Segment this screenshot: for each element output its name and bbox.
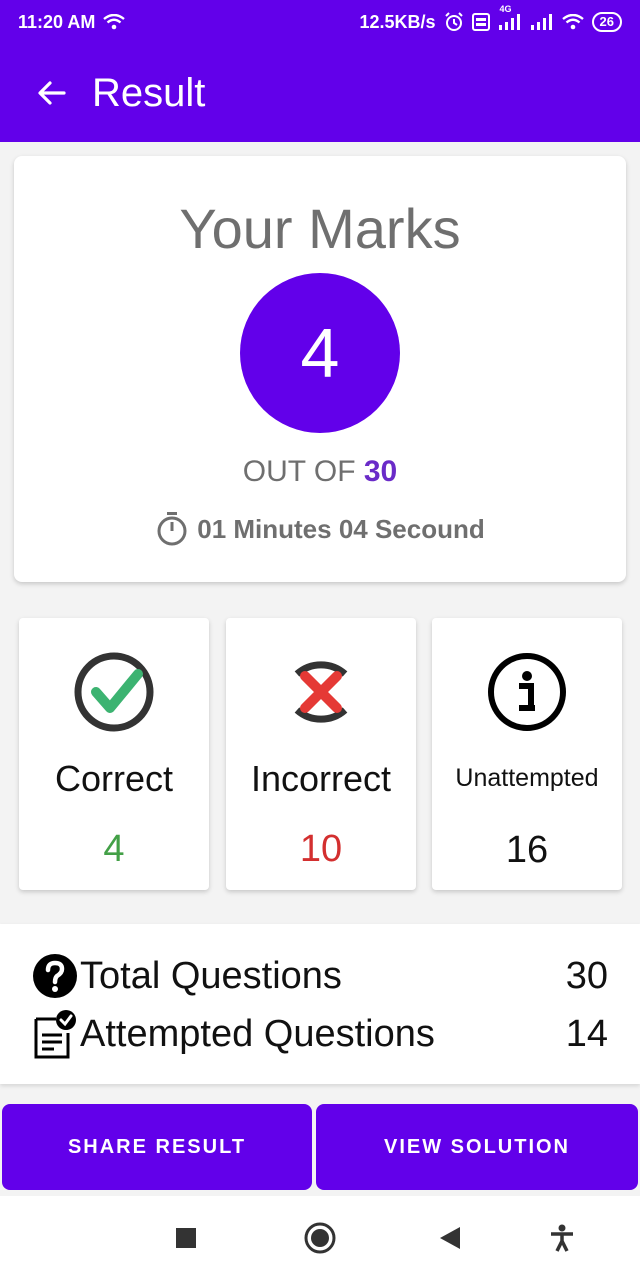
incorrect-label: Incorrect bbox=[250, 758, 392, 799]
attempted-questions-row: Attempted Questions 14 bbox=[32, 1008, 608, 1060]
info-icon bbox=[488, 653, 566, 731]
correct-value: 4 bbox=[103, 828, 125, 870]
status-bar: 11:20 AM 12.5KB/s 4G 26 bbox=[0, 0, 640, 44]
app-bar: Result bbox=[0, 44, 640, 142]
battery-indicator: 26 bbox=[591, 12, 622, 32]
attempted-questions-value: 14 bbox=[565, 1012, 608, 1055]
volte-icon bbox=[471, 13, 490, 31]
alarm-icon bbox=[444, 12, 464, 32]
incorrect-value: 10 bbox=[299, 828, 343, 870]
total-questions-row: Total Questions 30 bbox=[32, 950, 608, 1002]
unattempted-label: Unattempted bbox=[455, 764, 599, 792]
stopwatch-icon bbox=[157, 512, 187, 546]
back-nav-button[interactable] bbox=[430, 1218, 470, 1258]
marks-card: Your Marks 4 OUT OF 30 01 Minutes 04 Sec… bbox=[14, 156, 626, 582]
network-tag: 4G bbox=[499, 4, 512, 14]
incorrect-card: Incorrect 10 bbox=[226, 618, 416, 890]
time-taken-text: 01 Minutes 04 Secound bbox=[197, 513, 485, 544]
total-marks: 30 bbox=[363, 455, 398, 488]
share-result-button[interactable]: SHARE RESULT bbox=[2, 1104, 312, 1190]
signal-icon: 4G bbox=[498, 4, 522, 30]
totals-panel: Total Questions 30 Attempted Questions 1… bbox=[0, 924, 640, 1084]
total-questions-label: Total Questions bbox=[80, 954, 342, 997]
time-taken: 01 Minutes 04 Secound bbox=[155, 511, 485, 547]
recents-button[interactable] bbox=[166, 1218, 206, 1258]
signal-icon-2 bbox=[530, 14, 554, 30]
status-time: 11:20 AM bbox=[18, 11, 96, 32]
square-icon bbox=[176, 1228, 196, 1248]
score-circle: 4 bbox=[240, 273, 400, 433]
back-button[interactable] bbox=[32, 73, 72, 113]
out-of-line: OUT OF 30 bbox=[243, 455, 398, 489]
unattempted-card: Unattempted 16 bbox=[432, 618, 622, 890]
status-right: 12.5KB/s 4G 26 bbox=[359, 4, 622, 33]
arrow-left-icon bbox=[38, 81, 66, 105]
attempted-questions-label: Attempted Questions bbox=[80, 1012, 435, 1055]
network-speed: 12.5KB/s bbox=[359, 11, 436, 32]
view-solution-button[interactable]: VIEW SOLUTION bbox=[316, 1104, 638, 1190]
total-questions-value: 30 bbox=[565, 954, 608, 997]
home-circle-icon bbox=[304, 1222, 336, 1254]
unattempted-value: 16 bbox=[505, 829, 549, 871]
marks-title: Your Marks bbox=[179, 197, 461, 260]
wifi-icon bbox=[103, 14, 126, 30]
page-title: Result bbox=[92, 70, 206, 115]
status-left: 11:20 AM bbox=[18, 11, 126, 33]
document-check-icon bbox=[34, 1010, 76, 1059]
correct-label: Correct bbox=[54, 758, 174, 799]
cross-circle-icon bbox=[294, 661, 348, 723]
accessibility-icon bbox=[551, 1224, 573, 1252]
wifi-icon-2 bbox=[561, 14, 584, 30]
accessibility-button[interactable] bbox=[542, 1218, 582, 1258]
triangle-back-icon bbox=[440, 1227, 460, 1249]
correct-card: Correct 4 bbox=[19, 618, 209, 890]
question-circle-icon bbox=[33, 954, 77, 998]
navigation-bar bbox=[0, 1196, 640, 1280]
home-button[interactable] bbox=[300, 1218, 340, 1258]
score-value: 4 bbox=[300, 314, 340, 392]
check-circle-icon bbox=[74, 652, 154, 732]
out-of-label: OUT OF bbox=[242, 455, 356, 488]
